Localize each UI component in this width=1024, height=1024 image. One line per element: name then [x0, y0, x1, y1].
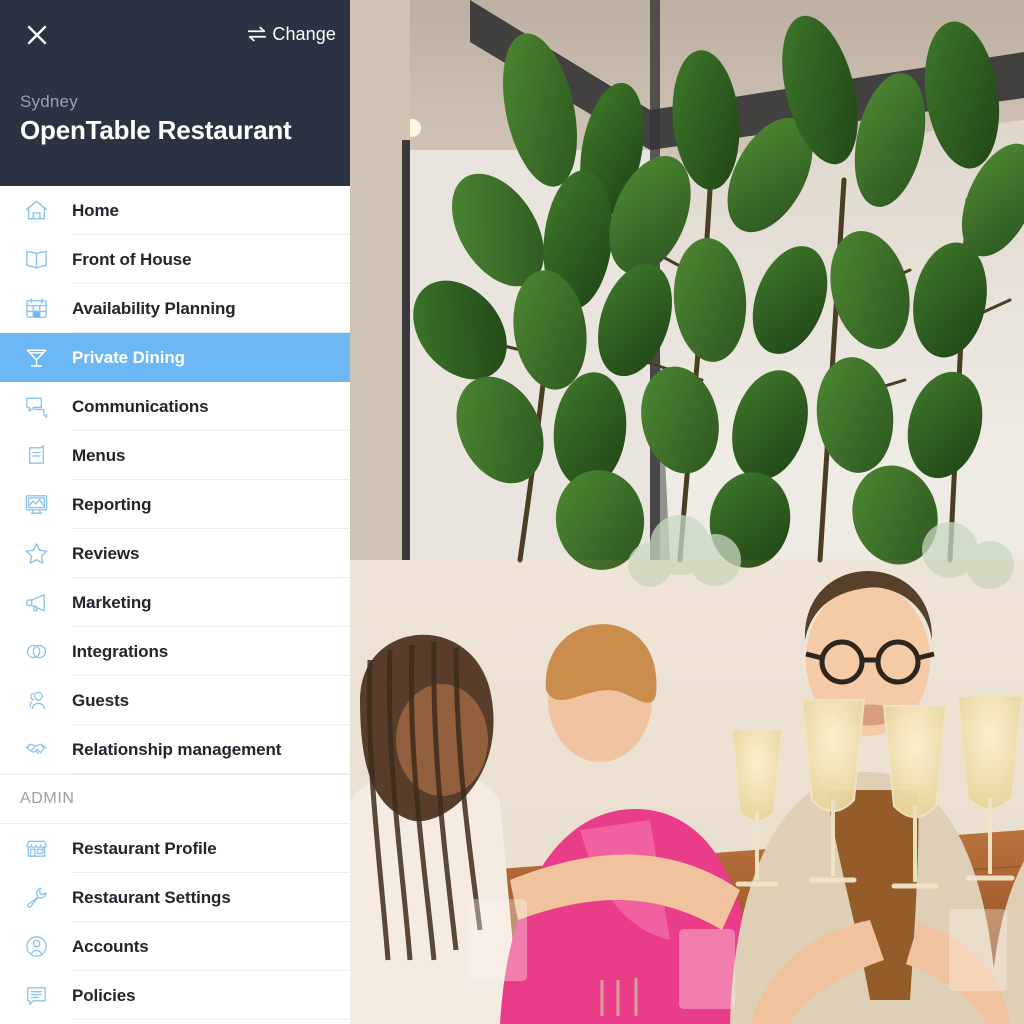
restaurant-name: OpenTable Restaurant: [20, 115, 292, 145]
swap-arrows-icon: [248, 26, 267, 42]
sidebar-section-label: ADMIN: [20, 790, 75, 807]
menu-card-icon: [0, 442, 72, 469]
sidebar-item-label: Home: [72, 200, 119, 220]
sidebar-item-label: Guests: [72, 690, 130, 710]
home-icon: [0, 197, 72, 224]
people-icon: [0, 687, 72, 714]
open-book-icon: [0, 246, 72, 273]
divider: [72, 1019, 350, 1020]
sidebar-header: Change Sydney OpenTable Restaurant: [0, 0, 350, 186]
sidebar-item-label: Restaurant Settings: [72, 887, 231, 907]
sidebar-item-restaurant-profile[interactable]: Restaurant Profile: [0, 824, 350, 873]
restaurant-hero-photo: [350, 0, 1024, 1024]
sidebar-item-accounts[interactable]: Accounts: [0, 922, 350, 971]
sidebar-section-admin: ADMIN: [0, 774, 350, 824]
close-icon: [27, 25, 47, 45]
sidebar-item-relationship-management[interactable]: Relationship management: [0, 725, 350, 774]
sidebar-item-label: Front of House: [72, 249, 192, 269]
sidebar-item-availability-planning[interactable]: Availability Planning: [0, 284, 350, 333]
restaurant-city: Sydney: [20, 92, 78, 111]
sidebar-item-label: Private Dining: [72, 347, 185, 367]
divider: [0, 774, 350, 775]
sidebar-item-guests[interactable]: Guests: [0, 676, 350, 725]
sidebar-item-integrations[interactable]: Integrations: [0, 627, 350, 676]
sidebar-nav: Home Front of House Availability Plannin…: [0, 186, 350, 1024]
two-circles-icon: [0, 638, 72, 665]
sidebar-item-label: Marketing: [72, 592, 152, 612]
sidebar-item-home[interactable]: Home: [0, 186, 350, 235]
sidebar-item-marketing[interactable]: Marketing: [0, 578, 350, 627]
change-restaurant-button[interactable]: Change: [246, 20, 336, 48]
star-icon: [0, 540, 72, 567]
sidebar-item-label: Reviews: [72, 543, 140, 563]
chat-bubbles-icon: [0, 393, 72, 420]
close-button[interactable]: [22, 20, 52, 50]
sidebar-item-label: Integrations: [72, 641, 169, 661]
app-root: Change Sydney OpenTable Restaurant Home: [0, 0, 1024, 1024]
sidebar-item-menus[interactable]: Menus: [0, 431, 350, 480]
sidebar-item-label: Reporting: [72, 494, 152, 514]
hero-photo-illustration: [350, 0, 1024, 1024]
sidebar-item-policies[interactable]: Policies: [0, 971, 350, 1020]
sidebar: Change Sydney OpenTable Restaurant Home: [0, 0, 350, 1024]
calendar-icon: [0, 295, 72, 322]
wrench-icon: [0, 884, 72, 911]
martini-glass-icon: [0, 344, 72, 371]
handshake-icon: [0, 736, 72, 763]
sidebar-item-front-of-house[interactable]: Front of House: [0, 235, 350, 284]
sidebar-item-label: Accounts: [72, 936, 149, 956]
sidebar-item-label: Availability Planning: [72, 298, 236, 318]
sidebar-item-private-dining[interactable]: Private Dining: [0, 333, 350, 382]
storefront-icon: [0, 835, 72, 862]
sidebar-item-label: Relationship management: [72, 739, 282, 759]
sidebar-item-restaurant-settings[interactable]: Restaurant Settings: [0, 873, 350, 922]
sidebar-item-label: Communications: [72, 396, 209, 416]
sidebar-item-label: Restaurant Profile: [72, 838, 217, 858]
sidebar-item-communications[interactable]: Communications: [0, 382, 350, 431]
document-lines-icon: [0, 982, 72, 1009]
sidebar-item-reviews[interactable]: Reviews: [0, 529, 350, 578]
sidebar-item-label: Policies: [72, 985, 136, 1005]
megaphone-icon: [0, 589, 72, 616]
monitor-chart-icon: [0, 491, 72, 518]
change-button-label: Change: [272, 23, 336, 44]
sidebar-item-reporting[interactable]: Reporting: [0, 480, 350, 529]
sidebar-item-label: Menus: [72, 445, 126, 465]
user-circle-icon: [0, 933, 72, 960]
